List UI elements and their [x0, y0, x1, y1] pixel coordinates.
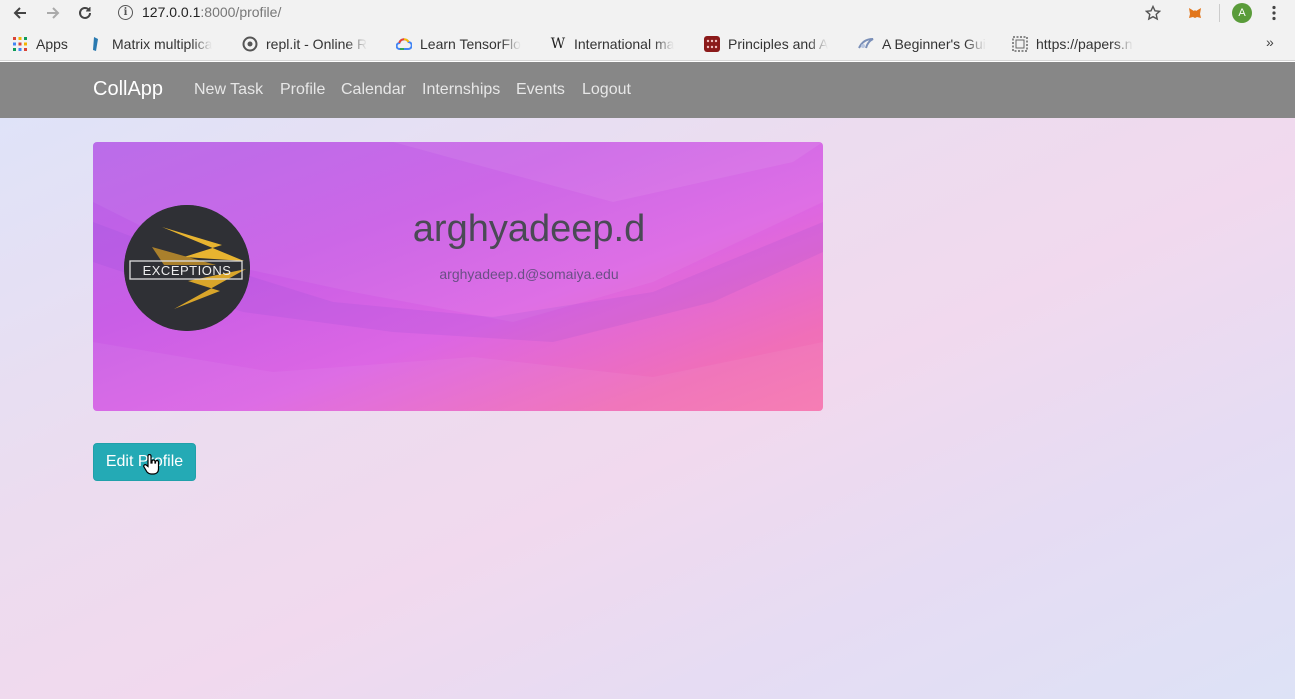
nav-link-logout[interactable]: Logout	[582, 81, 631, 99]
bookmark-matrix[interactable]: Matrix multiplica	[88, 34, 228, 53]
hand-cursor-icon	[143, 454, 160, 475]
bookmark-replit[interactable]: repl.it - Online R	[242, 34, 382, 53]
nav-link-internships[interactable]: Internships	[422, 81, 500, 99]
nav-link-new-task[interactable]: New Task	[194, 81, 263, 99]
url-path: :8000/profile/	[200, 4, 282, 20]
navbar-brand[interactable]: CollApp	[93, 78, 163, 101]
page-background: EXCEPTIONS arghyadeep.d arghyadeep.d@som…	[0, 118, 1295, 699]
replit-icon	[242, 36, 258, 52]
wikipedia-icon: W	[550, 35, 566, 52]
profile-avatar[interactable]: A	[1232, 2, 1252, 24]
bookmark-label: A Beginner's Gui	[882, 35, 986, 52]
url-host: 127.0.0.1	[142, 4, 201, 20]
bookmark-label: Matrix multiplica	[112, 35, 213, 52]
more-bookmarks-chevron-icon[interactable]: »	[1266, 34, 1274, 50]
bookmark-papers[interactable]: https://papers.n	[1012, 34, 1152, 53]
nav-link-calendar[interactable]: Calendar	[341, 81, 406, 99]
bookmark-label: Apps	[36, 35, 68, 52]
site-info-icon[interactable]: i	[118, 4, 133, 20]
avatar-initial: A	[1232, 3, 1252, 23]
bookmark-tensorflow[interactable]: Learn TensorFlo	[396, 34, 536, 53]
principles-bookmark-icon	[704, 35, 720, 52]
matrix-bookmark-icon	[88, 36, 104, 52]
site-navbar: CollApp New Task Profile Calendar Intern…	[0, 62, 1295, 118]
bookmark-label: Learn TensorFlo	[420, 35, 521, 52]
bookmark-apps[interactable]: Apps	[12, 34, 80, 53]
reload-icon[interactable]	[74, 2, 96, 24]
metamask-extension-icon[interactable]	[1185, 2, 1205, 24]
beginners-guide-icon	[858, 36, 874, 52]
profile-card: EXCEPTIONS arghyadeep.d arghyadeep.d@som…	[93, 142, 823, 411]
address-bar[interactable]: i 127.0.0.1:8000/profile/	[114, 1, 281, 23]
bookmark-label: Principles and A	[728, 35, 829, 52]
nav-link-events[interactable]: Events	[516, 81, 565, 99]
bookmark-label: International ma	[574, 35, 675, 52]
back-arrow-icon[interactable]	[9, 2, 31, 24]
bookmark-wikipedia[interactable]: W International ma	[550, 34, 690, 53]
google-cloud-icon	[396, 36, 412, 52]
bookmark-label: repl.it - Online R	[266, 35, 368, 52]
profile-username: arghyadeep.d	[412, 208, 646, 250]
papers-page-icon	[1012, 35, 1028, 52]
bookmark-beginners-guide[interactable]: A Beginner's Gui	[858, 34, 998, 53]
menu-kebab-icon[interactable]	[1264, 2, 1284, 24]
bookmark-label: https://papers.n	[1036, 35, 1133, 52]
profile-email: arghyadeep.d@somaiya.edu	[439, 266, 619, 282]
apps-grid-icon	[12, 36, 28, 52]
toolbar-divider	[1219, 4, 1220, 22]
bookmarks-bar: Apps Matrix multiplica repl.it - Online …	[0, 26, 1295, 61]
nav-link-profile[interactable]: Profile	[280, 81, 325, 99]
browser-toolbar: i 127.0.0.1:8000/profile/ A	[0, 0, 1295, 26]
forward-arrow-icon[interactable]	[42, 2, 64, 24]
bookmark-star-icon[interactable]	[1143, 2, 1163, 24]
bookmark-principles[interactable]: Principles and A	[704, 34, 844, 53]
